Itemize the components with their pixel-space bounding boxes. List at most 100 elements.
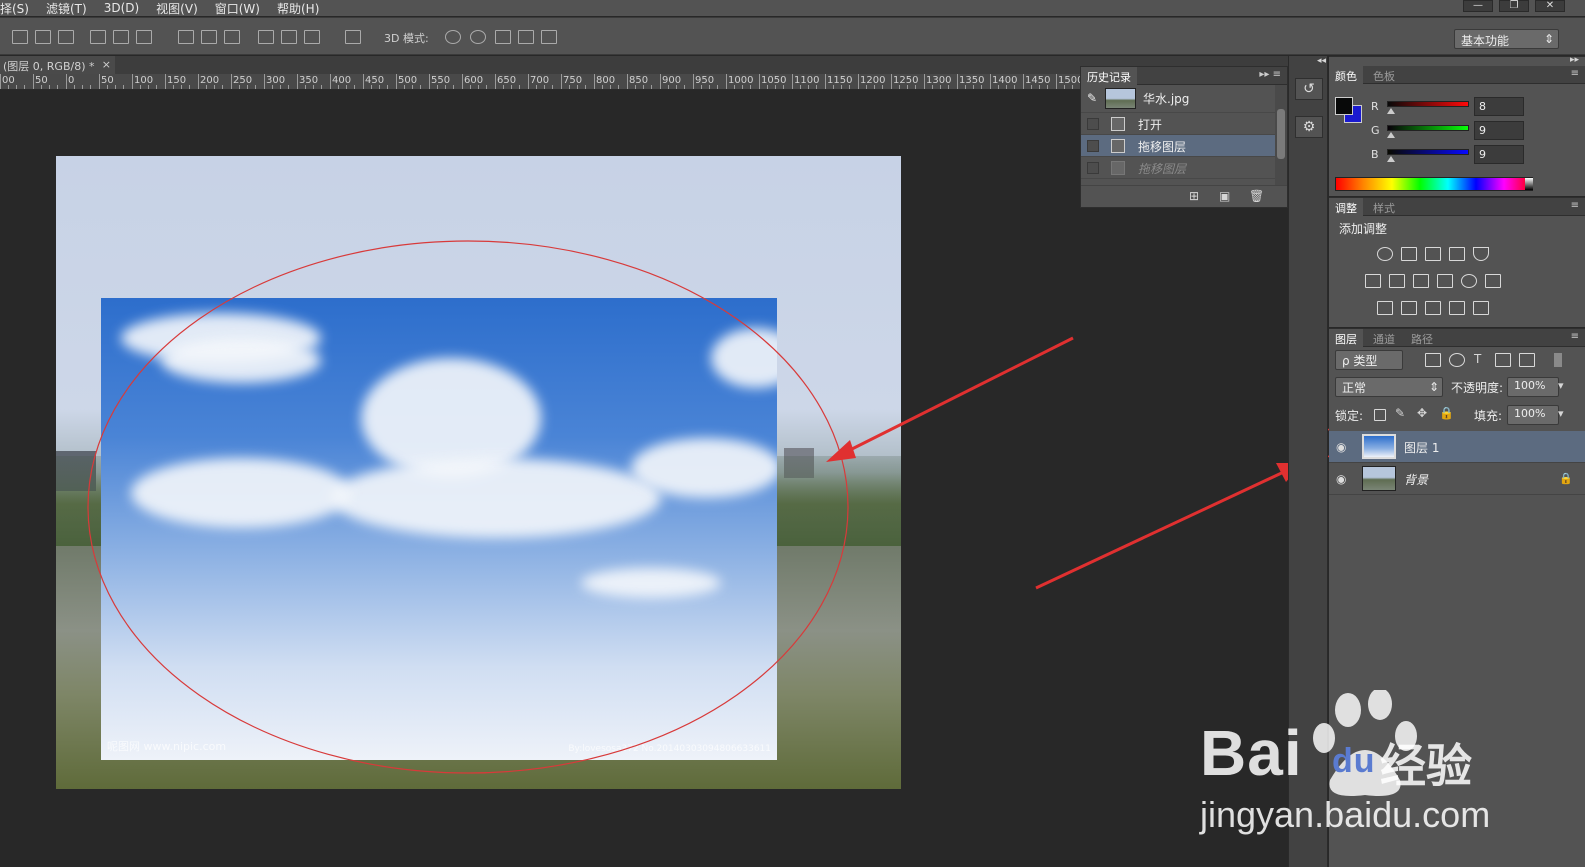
new-document-icon[interactable]: ⊞	[1189, 189, 1199, 203]
slider-thumb-icon[interactable]	[1387, 132, 1395, 138]
menu-window[interactable]: 窗口(W)	[215, 0, 260, 17]
opacity-input[interactable]: 100%	[1507, 377, 1559, 397]
red-value-input[interactable]: 8	[1474, 97, 1524, 116]
green-value-input[interactable]: 9	[1474, 121, 1524, 140]
tab-adjustments[interactable]: 调整	[1329, 198, 1363, 216]
filter-type-icon[interactable]: T	[1474, 352, 1481, 366]
sky-layer-image[interactable]: 呢图网 www.nipic.com By:lovesosa372 No.2014…	[101, 298, 777, 760]
history-item[interactable]: 打开	[1081, 113, 1287, 135]
tab-history[interactable]: 历史记录	[1081, 67, 1137, 85]
3d-roll-icon[interactable]	[470, 30, 486, 44]
menu-view[interactable]: 视图(V)	[156, 0, 198, 17]
3d-pan-icon[interactable]	[495, 30, 511, 44]
menu-filter[interactable]: 滤镜(T)	[46, 0, 87, 17]
tab-channels[interactable]: 通道	[1367, 329, 1401, 347]
layer-row-background[interactable]: ◉ 背景 🔒	[1329, 463, 1585, 495]
selective-color-icon[interactable]	[1449, 301, 1465, 315]
layer-name[interactable]: 图层 1	[1404, 439, 1439, 456]
align-bottom-icon[interactable]	[58, 30, 74, 44]
layer-name[interactable]: 背景	[1404, 471, 1428, 488]
panel-menu-icon[interactable]: ≡	[1571, 200, 1579, 211]
properties-dock-icon[interactable]: ⚙	[1295, 116, 1323, 138]
brightness-contrast-icon[interactable]	[1377, 247, 1393, 261]
history-checkbox[interactable]	[1087, 118, 1099, 130]
blend-mode-select[interactable]: 正常 ⇕	[1335, 377, 1443, 397]
distribute-top-icon[interactable]	[178, 30, 194, 44]
tab-layers[interactable]: 图层	[1329, 329, 1363, 347]
black-white-ramp[interactable]	[1525, 178, 1533, 190]
lock-position-icon[interactable]: ✥	[1417, 406, 1427, 420]
threshold-icon[interactable]	[1425, 301, 1441, 315]
photo-filter-icon[interactable]	[1437, 274, 1453, 288]
3d-rotate-icon[interactable]	[445, 30, 461, 44]
brush-source-icon[interactable]: ✎	[1087, 91, 1097, 105]
opacity-dropdown-icon[interactable]: ▾	[1558, 379, 1564, 392]
filter-pixel-icon[interactable]	[1425, 353, 1441, 367]
document-canvas[interactable]: 呢图网 www.nipic.com By:lovesosa372 No.2014…	[56, 156, 901, 789]
fill-dropdown-icon[interactable]: ▾	[1558, 407, 1564, 420]
distribute-bottom-icon[interactable]	[224, 30, 240, 44]
black-white-icon[interactable]	[1413, 274, 1429, 288]
workspace-select[interactable]: 基本功能 ⇕	[1454, 29, 1559, 49]
visibility-eye-icon[interactable]: ◉	[1336, 440, 1346, 454]
3d-slide-icon[interactable]	[518, 30, 534, 44]
menu-help[interactable]: 帮助(H)	[277, 0, 319, 17]
align-hcenter-icon[interactable]	[113, 30, 129, 44]
gradient-map-icon[interactable]	[1473, 301, 1489, 315]
history-scrollbar[interactable]	[1275, 85, 1287, 185]
channel-mixer-icon[interactable]	[1461, 274, 1477, 288]
minimize-button[interactable]: —	[1463, 0, 1493, 12]
blue-value-input[interactable]: 9	[1474, 145, 1524, 164]
panel-menu-icon[interactable]: ▸▸ ≡	[1259, 69, 1281, 80]
posterize-icon[interactable]	[1401, 301, 1417, 315]
scrollbar-thumb[interactable]	[1277, 109, 1285, 159]
curves-icon[interactable]	[1425, 247, 1441, 261]
history-checkbox[interactable]	[1087, 162, 1099, 174]
history-item-dimmed[interactable]: 拖移图层	[1081, 157, 1287, 179]
filter-smart-object-icon[interactable]	[1519, 353, 1535, 367]
history-item-selected[interactable]: 拖移图层	[1081, 135, 1287, 157]
align-left-icon[interactable]	[90, 30, 106, 44]
expand-icon[interactable]: ▸▸	[1570, 55, 1579, 65]
green-slider[interactable]	[1387, 125, 1469, 131]
distribute-vcenter-icon[interactable]	[201, 30, 217, 44]
filter-shape-icon[interactable]	[1495, 353, 1511, 367]
tab-color[interactable]: 颜色	[1329, 66, 1363, 84]
history-checkbox[interactable]	[1087, 140, 1099, 152]
history-snapshot[interactable]: ✎ 华水.jpg	[1081, 85, 1287, 113]
panel-menu-icon[interactable]: ≡	[1571, 331, 1579, 342]
align-top-icon[interactable]	[12, 30, 28, 44]
tab-close-icon[interactable]: ×	[102, 58, 111, 71]
lock-transparency-icon[interactable]	[1374, 409, 1386, 421]
close-button[interactable]: ✕	[1535, 0, 1565, 12]
menu-3d[interactable]: 3D(D)	[104, 1, 139, 15]
distribute-left-icon[interactable]	[258, 30, 274, 44]
slider-thumb-icon[interactable]	[1387, 108, 1395, 114]
vibrance-icon[interactable]	[1473, 247, 1489, 261]
color-spectrum[interactable]	[1335, 177, 1533, 191]
tab-paths[interactable]: 路径	[1405, 329, 1439, 347]
levels-icon[interactable]	[1401, 247, 1417, 261]
align-right-icon[interactable]	[136, 30, 152, 44]
camera-snapshot-icon[interactable]: ▣	[1219, 189, 1230, 203]
lock-pixels-icon[interactable]: ✎	[1395, 406, 1405, 420]
exposure-icon[interactable]	[1449, 247, 1465, 261]
tab-swatches[interactable]: 色板	[1367, 66, 1401, 84]
color-balance-icon[interactable]	[1389, 274, 1405, 288]
blue-slider[interactable]	[1387, 149, 1469, 155]
layer-filter-select[interactable]: ρ 类型	[1335, 350, 1403, 370]
invert-icon[interactable]	[1377, 301, 1393, 315]
visibility-eye-icon[interactable]: ◉	[1336, 472, 1346, 486]
slider-thumb-icon[interactable]	[1387, 156, 1395, 162]
history-dock-icon[interactable]: ↺	[1295, 78, 1323, 100]
align-vcenter-icon[interactable]	[35, 30, 51, 44]
foreground-color-swatch[interactable]	[1335, 97, 1353, 115]
document-tab[interactable]: (图层 0, RGB/8) * ×	[0, 56, 115, 74]
trash-icon[interactable]: 🗑	[1249, 189, 1264, 203]
panel-menu-icon[interactable]: ≡	[1571, 68, 1579, 79]
distribute-hcenter-icon[interactable]	[281, 30, 297, 44]
tab-styles[interactable]: 样式	[1367, 198, 1401, 216]
color-lookup-icon[interactable]	[1485, 274, 1501, 288]
red-slider[interactable]	[1387, 101, 1469, 107]
maximize-button[interactable]: ❐	[1499, 0, 1529, 12]
